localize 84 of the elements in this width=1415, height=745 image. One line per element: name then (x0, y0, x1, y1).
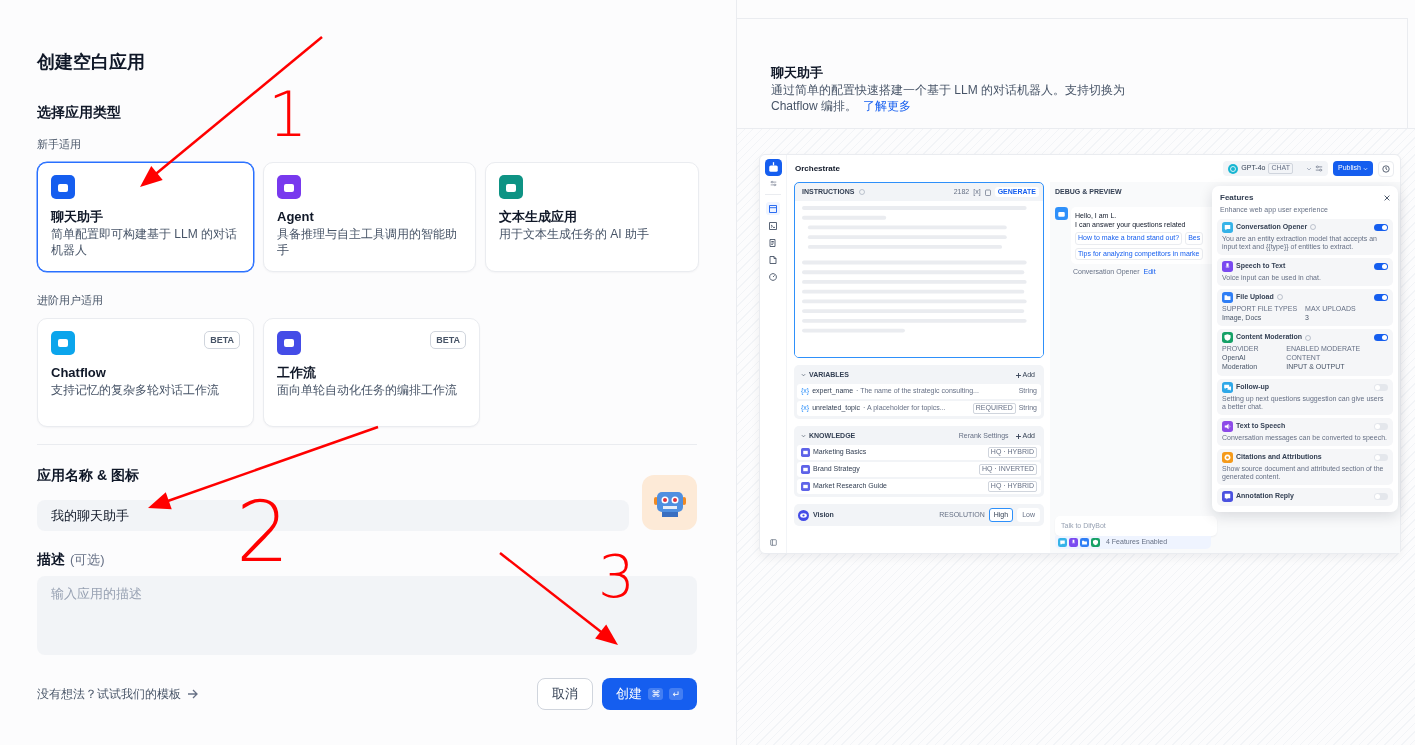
app-type-icon (499, 175, 523, 199)
model-logo-icon (1228, 163, 1239, 174)
page-title: Orchestrate (795, 163, 840, 174)
feature-icon (1069, 538, 1078, 547)
help-icon (858, 189, 865, 195)
app-type-card[interactable]: 文本生成应用 用于文本生成任务的 AI 助手 (485, 162, 699, 272)
close-icon[interactable] (1384, 195, 1390, 201)
plus-icon (1015, 433, 1021, 439)
folder-icon (801, 448, 810, 457)
folder-icon (801, 465, 810, 474)
app-type-icon (51, 331, 75, 355)
gauge-icon (769, 272, 777, 281)
feature-icon (1091, 538, 1100, 547)
arrow-right-icon (187, 689, 199, 699)
nav-item[interactable] (766, 253, 780, 266)
dialog-title: 创建空白应用 (37, 51, 146, 74)
toggle-switch[interactable] (1374, 453, 1388, 461)
beta-badge: BETA (204, 331, 240, 349)
app-type-name: 工作流 (277, 364, 317, 382)
create-button[interactable]: 创建 ⌘ ↵ (602, 678, 697, 710)
app-type-description: 用于文本生成任务的 AI 助手 (499, 226, 650, 242)
shortcut-key: ↵ (669, 688, 683, 700)
features-title: Features (1220, 193, 1254, 203)
document-icon (769, 238, 777, 247)
preview-title: 聊天助手 (771, 64, 824, 82)
nav-item[interactable] (766, 219, 780, 232)
robot-icon (764, 159, 782, 176)
learn-more-link[interactable]: 了解更多 (863, 99, 912, 113)
plus-icon (1015, 372, 1021, 378)
toggle-switch[interactable] (1374, 223, 1388, 231)
terminal-icon (769, 221, 777, 230)
beta-badge: BETA (430, 331, 466, 349)
template-link[interactable]: 没有想法？试试我们的模板 (37, 685, 199, 703)
note-icon (769, 255, 777, 264)
layout-icon (769, 204, 777, 213)
toggle-switch[interactable] (1374, 422, 1388, 430)
feature-icon (1080, 538, 1089, 547)
app-type-description: 具备推理与自主工具调用的智能助手 (277, 226, 458, 258)
app-type-description: 简单配置即可构建基于 LLM 的对话机器人 (51, 226, 238, 258)
sliders-icon (769, 180, 777, 187)
app-type-description: 面向单轮自动化任务的编排工作流 (277, 382, 458, 398)
cancel-button[interactable]: 取消 (537, 678, 594, 710)
app-type-description: 支持记忆的复杂多轮对话工作流 (51, 382, 220, 398)
field-label: 描述 (37, 550, 65, 569)
app-type-card[interactable]: BETA Chatflow 支持记忆的复杂多轮对话工作流 (37, 318, 254, 427)
toggle-switch[interactable] (1374, 492, 1388, 500)
app-type-icon (51, 175, 75, 199)
nav-item[interactable] (766, 270, 780, 283)
app-type-name: 文本生成应用 (499, 208, 578, 226)
app-type-name: 聊天助手 (51, 208, 104, 226)
app-type-card[interactable]: Agent 具备推理与自主工具调用的智能助手 (263, 162, 476, 272)
app-type-card[interactable]: BETA 工作流 面向单轮自动化任务的编排工作流 (263, 318, 480, 427)
eye-icon (798, 509, 809, 521)
annotation-number: 1 (268, 84, 308, 146)
panel-icon[interactable] (769, 539, 777, 546)
app-type-card[interactable]: 聊天助手 简单配置即可构建基于 LLM 的对话机器人 (37, 162, 254, 272)
shortcut-key: ⌘ (648, 688, 664, 700)
app-type-icon (277, 331, 301, 355)
group-label: 新手适用 (37, 137, 82, 152)
toggle-switch[interactable] (1374, 262, 1388, 270)
app-type-icon (277, 175, 301, 199)
caret-icon (1363, 166, 1368, 171)
robot-icon (1055, 206, 1068, 220)
feature-icon (1058, 538, 1067, 547)
history-button[interactable] (1378, 160, 1394, 177)
history-icon (1382, 164, 1390, 173)
sliders-icon (1315, 165, 1324, 172)
folder-icon (801, 482, 810, 491)
app-icon-picker[interactable] (642, 475, 697, 530)
app-type-name: Agent (277, 208, 315, 226)
field-label: 应用名称 & 图标 (37, 466, 140, 485)
caret-icon (1306, 166, 1313, 171)
clipboard-icon[interactable] (984, 188, 991, 196)
group-label: 进阶用户适用 (37, 293, 104, 308)
app-type-name: Chatflow (51, 364, 107, 382)
chevron-down-icon[interactable] (801, 434, 806, 438)
toggle-switch[interactable] (1374, 293, 1388, 301)
chevron-down-icon[interactable] (801, 373, 806, 377)
preview-description: 通过简单的配置快速搭建一个基于 LLM 的对话机器人。支持切换为 Chatflow 编排。 了解更多 (771, 82, 1126, 114)
toggle-switch[interactable] (1374, 383, 1388, 391)
optional-hint: (可选) (70, 551, 105, 569)
section-heading: 选择应用类型 (37, 103, 122, 122)
nav-item[interactable] (766, 202, 780, 215)
toggle-switch[interactable] (1374, 334, 1388, 342)
